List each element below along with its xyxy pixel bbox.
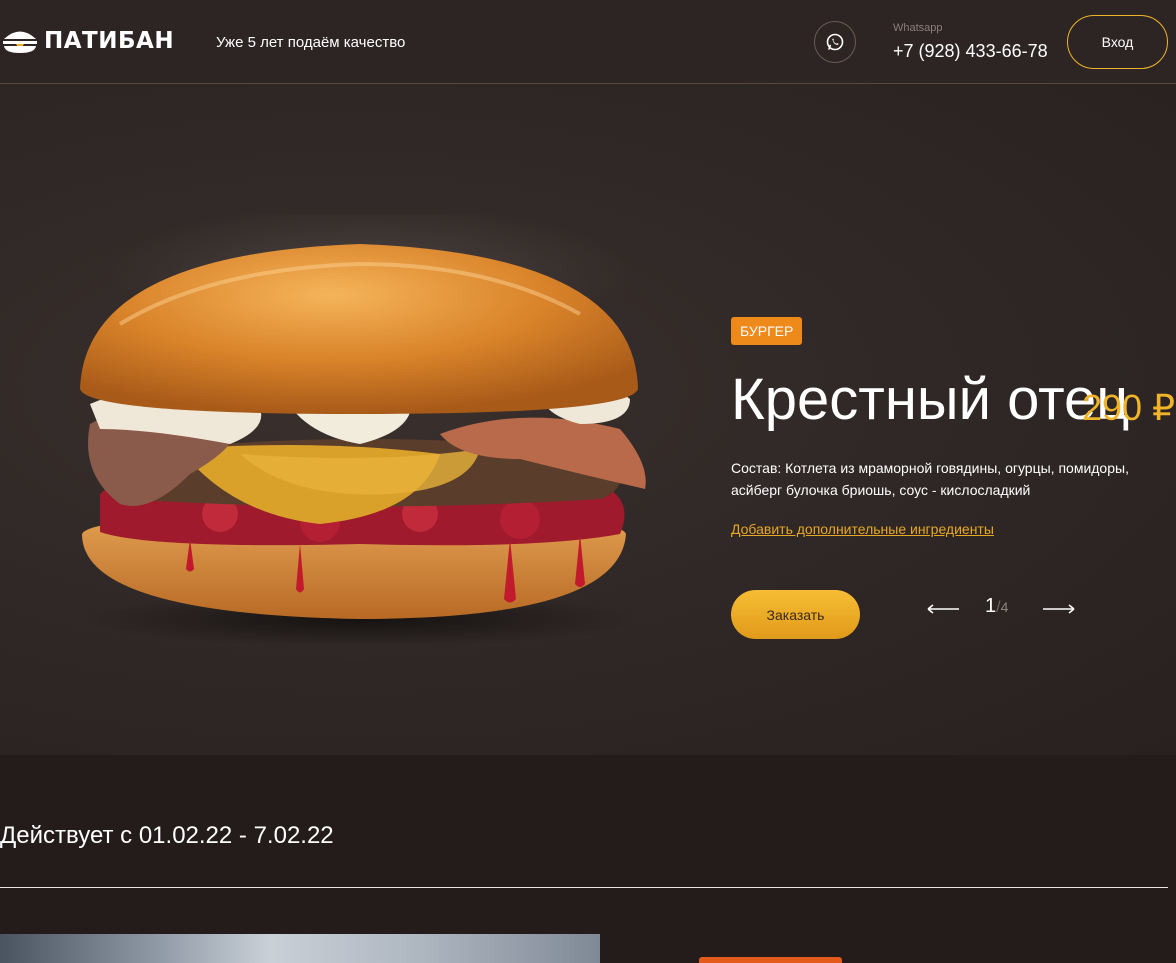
whatsapp-button[interactable] [814, 21, 856, 63]
burger-logo-icon [3, 31, 37, 53]
whatsapp-icon [826, 33, 844, 51]
burger-image [80, 214, 646, 644]
phone-number[interactable]: +7 (928) 433-66-78 [893, 41, 1048, 62]
divider [0, 887, 1168, 888]
promo-photo [0, 934, 600, 963]
hero-section: БУРГЕР Крестный отец 290 ₽ Состав: Котле… [0, 84, 1176, 755]
brand-name: ПАТИБАН [44, 28, 175, 54]
product-price: 290 ₽ [1082, 387, 1175, 428]
slide-counter: 1/4 [985, 595, 1008, 618]
category-tag: БУРГЕР [731, 317, 803, 345]
promo-section [0, 755, 1176, 963]
order-button[interactable]: Заказать [731, 590, 860, 639]
whatsapp-label: Whatsapp [893, 22, 943, 34]
logo[interactable]: ПАТИБАН [2, 28, 174, 54]
product-title: Крестный отец [731, 367, 1130, 432]
product-composition: Состав: Котлета из мраморной говядины, о… [731, 460, 1129, 498]
site-header: ПАТИБАН Уже 5 лет подаём качество Whatsa… [0, 0, 1176, 84]
tagline: Уже 5 лет подаём качество [216, 34, 406, 51]
slide-total: 4 [1000, 599, 1009, 615]
arrow-left-icon[interactable] [926, 599, 960, 619]
promo-badge [699, 957, 842, 963]
login-button[interactable]: Вход [1067, 15, 1168, 69]
promo-validity: Действует с 01.02.22 - 7.02.22 [0, 822, 334, 849]
add-ingredients-link[interactable]: Добавить дополнительные ингредиенты [731, 521, 994, 537]
slide-current: 1 [985, 595, 997, 617]
arrow-right-icon[interactable] [1042, 599, 1076, 619]
